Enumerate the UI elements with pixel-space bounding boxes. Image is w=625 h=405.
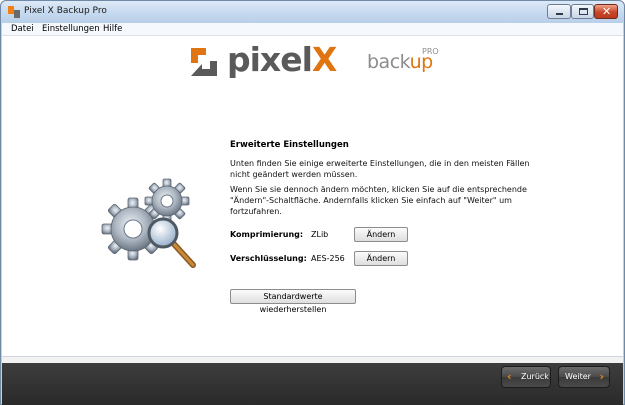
window-title: Pixel X Backup Pro	[24, 6, 107, 16]
encryption-value: AES-256	[311, 254, 345, 263]
menu-einstellungen[interactable]: Einstellungen	[42, 24, 100, 34]
brand-main-text: pixel	[227, 40, 313, 79]
back-button[interactable]: ‹ Zurück	[501, 366, 551, 388]
menu-datei[interactable]: Datei	[11, 24, 34, 34]
menu-hilfe[interactable]: Hilfe	[103, 24, 122, 34]
close-button[interactable]: ✕	[594, 4, 618, 19]
back-button-label: Zurück	[521, 372, 549, 381]
brand-wordmark: pixelX	[227, 40, 337, 79]
close-icon: ✕	[602, 5, 612, 18]
title-bar[interactable]: Pixel X Backup Pro ✕	[1, 1, 624, 23]
product-back-text: back	[367, 51, 410, 73]
settings-heading: Erweiterte Einstellungen	[230, 140, 349, 150]
intro-paragraph: Unten finden Sie einige erweiterte Einst…	[230, 159, 530, 179]
instruction-paragraph: Wenn Sie sie dennoch ändern möchten, kli…	[230, 185, 527, 216]
change-encryption-button[interactable]: Ändern	[354, 251, 408, 266]
app-window: Pixel X Backup Pro ✕ Datei Einstellungen…	[0, 0, 625, 405]
app-icon	[8, 6, 20, 18]
compression-value: ZLib	[311, 230, 329, 239]
maximize-button[interactable]	[571, 4, 594, 19]
minimize-icon	[556, 13, 563, 15]
minimize-button[interactable]	[547, 4, 571, 19]
next-button-label: Weiter	[565, 372, 591, 381]
gears-magnifier-icon	[101, 178, 196, 268]
pixelx-logo-icon	[191, 48, 217, 76]
next-button[interactable]: Weiter ›	[558, 366, 610, 388]
menu-bar: Datei Einstellungen Hilfe	[2, 23, 623, 36]
restore-defaults-button[interactable]: Standardwerte wiederherstellen	[230, 289, 356, 314]
chevron-left-icon: ‹	[507, 370, 512, 383]
brand-x-text: X	[311, 40, 337, 79]
compression-label: Komprimierung:	[230, 230, 304, 239]
product-pro-text: PRO	[422, 47, 439, 56]
change-compression-button[interactable]: Ändern	[354, 227, 408, 242]
maximize-icon	[579, 8, 588, 15]
encryption-label: Verschlüsselung:	[230, 254, 307, 263]
chevron-right-icon: ›	[599, 370, 604, 383]
